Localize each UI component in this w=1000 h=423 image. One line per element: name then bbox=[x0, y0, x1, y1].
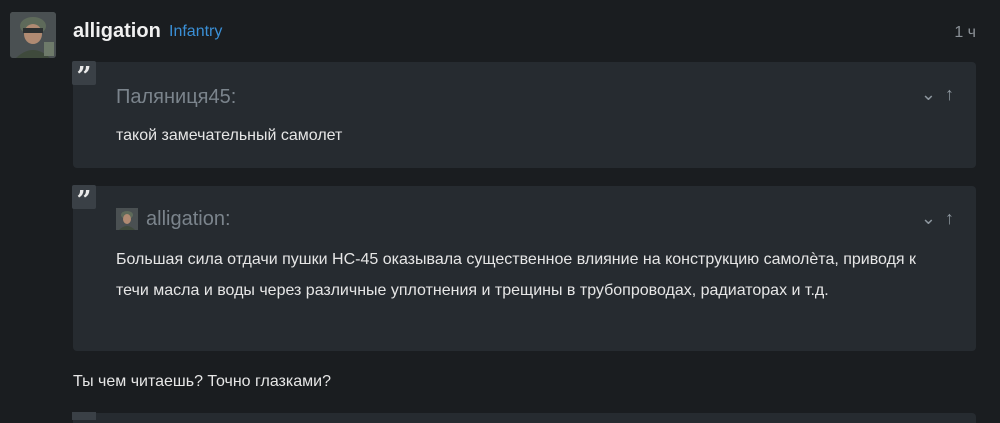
quote-controls: ⌄ ↑ bbox=[921, 84, 956, 105]
arrow-up-icon[interactable]: ↑ bbox=[945, 208, 956, 228]
quote-block: ” alligation: ⌄ ↑ Большая сила отдачи пу… bbox=[72, 185, 976, 351]
quote-author[interactable]: alligation: bbox=[146, 208, 231, 231]
chevron-down-icon[interactable]: ⌄ bbox=[921, 208, 938, 228]
quote-controls: ⌄ ↑ bbox=[921, 208, 956, 229]
quote-icon: ” bbox=[72, 185, 96, 216]
chevron-down-icon[interactable]: ⌄ bbox=[921, 84, 938, 104]
quote-author-avatar bbox=[116, 208, 138, 230]
quote-text: Большая сила отдачи пушки НС-45 оказывал… bbox=[116, 251, 917, 299]
quote-block: ” Паляниця45: ⌄ ↑ такой замечательный са… bbox=[72, 61, 976, 168]
next-quote-block bbox=[72, 412, 976, 423]
quote-text: такой замечательный самолет bbox=[116, 127, 343, 144]
soldier-avatar-icon bbox=[116, 208, 138, 230]
post-time[interactable]: 1 ч bbox=[954, 24, 976, 42]
author-rank[interactable]: Infantry bbox=[169, 23, 222, 41]
quote-icon: ” bbox=[72, 61, 96, 92]
soldier-avatar-icon bbox=[10, 12, 56, 58]
arrow-up-icon[interactable]: ↑ bbox=[945, 84, 956, 104]
forum-post: alligation Infantry 1 ч ” Паляниця45: ⌄ … bbox=[0, 0, 1000, 423]
author-name[interactable]: alligation bbox=[73, 20, 161, 43]
post-body-text: Ты чем читаешь? Точно глазками? bbox=[73, 373, 331, 390]
author-avatar[interactable] bbox=[10, 12, 56, 58]
quote-author[interactable]: Паляниця45: bbox=[116, 86, 236, 109]
